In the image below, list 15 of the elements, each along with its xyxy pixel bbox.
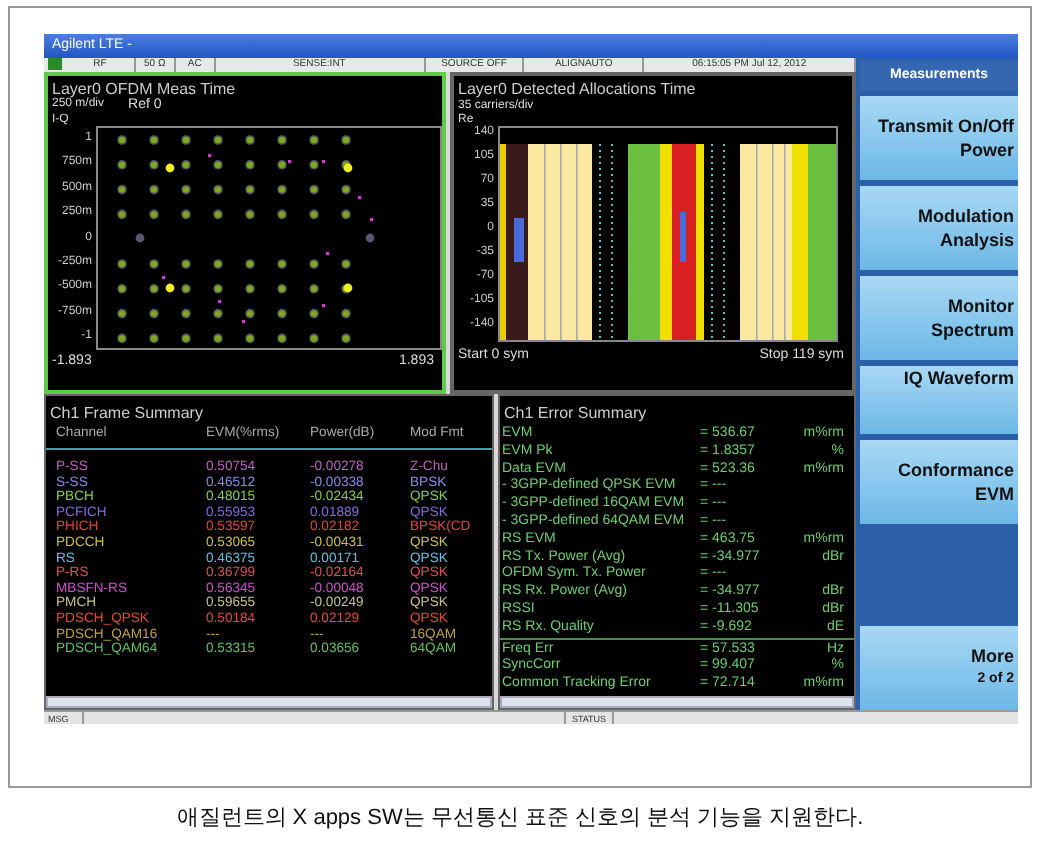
allocation-block — [514, 218, 524, 262]
horizontal-scrollbar[interactable] — [46, 696, 492, 708]
panel-title: Ch1 Frame Summary — [48, 402, 205, 422]
horizontal-scrollbar[interactable] — [500, 696, 854, 708]
softkey[interactable]: Modulation Analysis — [860, 186, 1018, 270]
panel-title: Layer0 Detected Allocations Time — [456, 78, 698, 98]
lxi-icon — [48, 58, 62, 70]
softkey[interactable]: Conformance EVM — [860, 440, 1018, 524]
panel-title: Ch1 Error Summary — [502, 402, 649, 422]
panel-title: Layer0 OFDM Meas Time — [50, 78, 238, 98]
allocation-block — [680, 212, 686, 262]
softkey[interactable]: Transmit On/Off Power — [860, 96, 1018, 180]
figure-caption: 애질런트의 X apps SW는 무선통신 표준 신호의 분석 기능을 지원한다. — [174, 804, 866, 832]
softkey[interactable]: IQ Waveform — [860, 366, 1018, 434]
softkey[interactable]: Monitor Spectrum — [860, 276, 1018, 360]
